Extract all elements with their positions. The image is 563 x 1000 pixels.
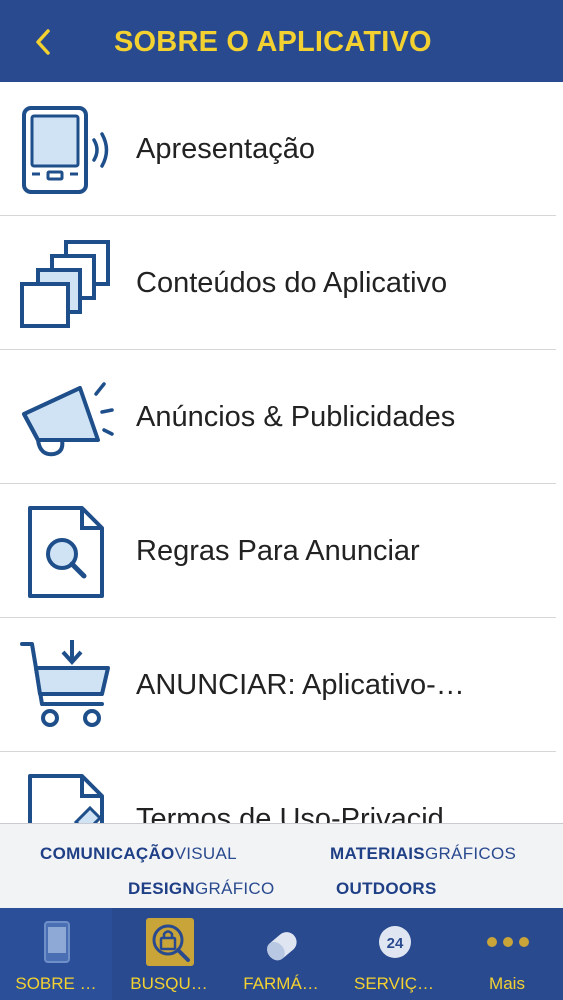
menu-item-anunciar[interactable]: ANUNCIAR: Aplicativo-…	[0, 618, 556, 752]
search-lock-icon	[146, 918, 194, 966]
svg-text:24: 24	[387, 935, 404, 952]
chevron-left-icon	[36, 29, 50, 55]
bottom-tab-bar: SOBRE … BUSQU… FARMÁ… 24 SERVIÇ… Mais	[0, 908, 563, 1000]
tab-label: Mais	[489, 974, 525, 993]
more-dots-icon	[487, 937, 529, 947]
menu-item-label: Apresentação	[136, 133, 315, 165]
banner-outdoors: OUTDOORS	[336, 879, 437, 898]
tab-label: BUSQU…	[130, 974, 208, 993]
menu-item-apresentacao[interactable]: Apresentação	[0, 82, 556, 216]
back-button[interactable]	[28, 22, 58, 62]
tablet-sound-icon	[22, 106, 109, 194]
ad-banner[interactable]: COMUNICAÇÃOVISUAL MATERIAISGRÁFICOS DESI…	[0, 823, 563, 908]
tab-sobre[interactable]: SOBRE …	[0, 908, 112, 1000]
cart-download-icon	[20, 640, 110, 727]
document-search-icon	[28, 506, 104, 598]
banner-comunicacao-visual: COMUNICAÇÃOVISUAL	[40, 844, 237, 863]
24h-icon: 24	[379, 926, 411, 958]
pill-icon	[266, 932, 297, 961]
menu-item-label: Termos de Uso-Privacid	[136, 803, 444, 823]
menu-item-label: Anúncios & Publicidades	[136, 401, 456, 433]
menu-item-termos[interactable]: Termos de Uso-Privacid	[0, 752, 556, 823]
menu-item-label: ANUNCIAR: Aplicativo-…	[136, 669, 465, 701]
menu-list[interactable]: Apresentação Conteúdos do Aplicativo Anú…	[0, 82, 556, 823]
stacked-pages-icon	[20, 240, 110, 328]
menu-item-anuncios[interactable]: Anúncios & Publicidades	[0, 350, 556, 484]
menu-item-label: Regras Para Anunciar	[136, 535, 420, 567]
tab-servicos[interactable]: 24 SERVIÇ…	[338, 908, 450, 1000]
tab-mais[interactable]: Mais	[451, 908, 563, 1000]
tab-farmacia[interactable]: FARMÁ…	[225, 908, 337, 1000]
tab-label: FARMÁ…	[243, 974, 319, 993]
tab-label: SERVIÇ…	[354, 974, 434, 993]
top-bar: SOBRE O APLICATIVO	[0, 0, 563, 82]
tablet-icon	[44, 921, 70, 963]
menu-item-regras[interactable]: Regras Para Anunciar	[0, 484, 556, 618]
menu-item-label: Conteúdos do Aplicativo	[136, 267, 448, 299]
page-title: SOBRE O APLICATIVO	[114, 26, 432, 58]
document-icon	[28, 774, 104, 823]
tab-label: SOBRE …	[15, 974, 97, 993]
banner-materiais-graficos: MATERIAISGRÁFICOS	[330, 844, 517, 863]
menu-item-conteudos[interactable]: Conteúdos do Aplicativo	[0, 216, 556, 350]
banner-design-grafico: DESIGNGRÁFICO	[128, 879, 275, 898]
tab-busque[interactable]: BUSQU…	[113, 908, 225, 1000]
megaphone-icon	[22, 382, 114, 457]
